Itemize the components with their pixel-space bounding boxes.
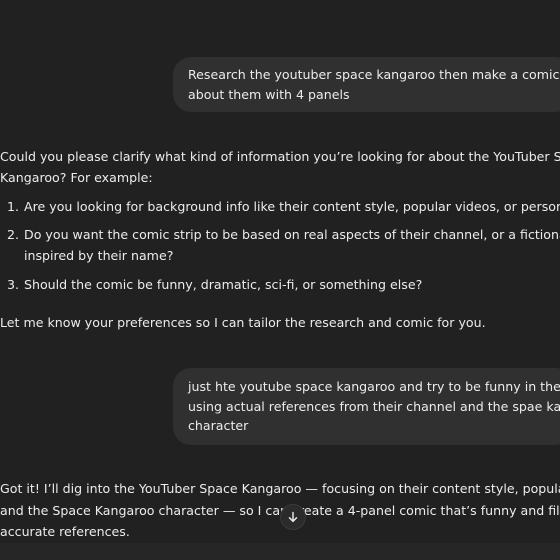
list-number: 1. bbox=[7, 199, 20, 214]
list-line: Should the comic be funny, dramatic, sci… bbox=[24, 277, 423, 292]
assistant-closing: Let me know your preferences so I can ta… bbox=[0, 312, 486, 333]
message-line: about them with 4 panels bbox=[188, 86, 350, 102]
message-line: Could you please clarify what kind of in… bbox=[0, 149, 560, 164]
user-message: just hte youtube space kangaroo and try … bbox=[173, 368, 560, 445]
message-line: Kangaroo? For example: bbox=[0, 170, 153, 185]
message-line: character bbox=[188, 418, 249, 433]
list-number: 3. bbox=[7, 277, 20, 292]
composer-edge bbox=[0, 543, 560, 560]
message-line: using actual references from their chann… bbox=[188, 398, 560, 414]
scroll-to-bottom-button[interactable] bbox=[280, 504, 306, 530]
list-text: Should the comic be funny, dramatic, sci… bbox=[24, 274, 422, 295]
message-line: Got it! I’ll dig into the YouTuber Space… bbox=[0, 481, 560, 496]
list-line: inspired by their name? bbox=[24, 248, 174, 263]
list-line: Do you want the comic strip to be based … bbox=[24, 227, 560, 242]
message-line: Research the youtuber space kangaroo the… bbox=[188, 67, 560, 82]
list-line: Are you looking for background info like… bbox=[24, 199, 560, 214]
arrow-down-icon bbox=[288, 511, 298, 523]
message-line: accurate references. bbox=[0, 524, 130, 539]
chat-view: Research the youtuber space kangaroo the… bbox=[0, 0, 560, 560]
list-text: Are you looking for background info like… bbox=[24, 196, 560, 217]
message-line: Let me know your preferences so I can ta… bbox=[0, 315, 486, 330]
list-number: 2. bbox=[7, 227, 20, 242]
list-text: Do you want the comic strip to be based … bbox=[24, 224, 560, 266]
assistant-message: Got it! I’ll dig into the YouTuber Space… bbox=[0, 478, 560, 543]
assistant-message: Could you please clarify what kind of in… bbox=[0, 146, 560, 188]
user-message: Research the youtuber space kangaroo the… bbox=[173, 57, 560, 112]
message-line: just hte youtube space kangaroo and try … bbox=[188, 379, 560, 394]
